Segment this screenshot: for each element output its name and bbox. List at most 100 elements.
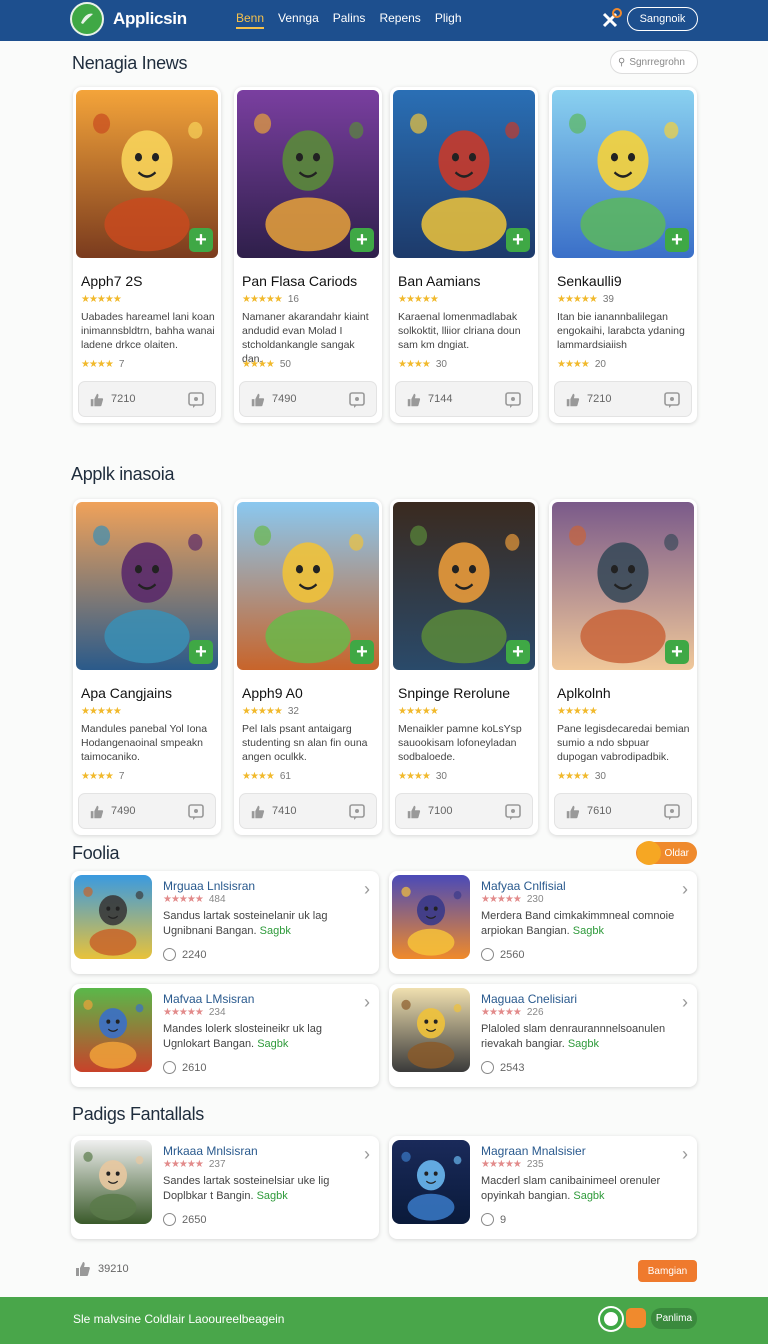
thumbs-up-icon[interactable] — [89, 804, 105, 820]
list-item[interactable]: Maguaa Cnelisiari ★★★★★ 226 Plaloled slam… — [389, 984, 697, 1087]
thumbs-up-icon[interactable] — [89, 392, 105, 408]
comment-icon[interactable] — [187, 803, 205, 821]
game-title[interactable]: Apph9 A0 — [242, 685, 303, 701]
app-icon[interactable] — [392, 875, 470, 959]
comment-icon[interactable] — [504, 391, 522, 409]
thumbs-up-icon[interactable] — [250, 392, 266, 408]
chevron-right-icon[interactable]: › — [682, 1144, 688, 1165]
item-title[interactable]: Maguaa Cnelisiari — [481, 992, 577, 1006]
app-logo-icon[interactable] — [70, 2, 104, 36]
game-title[interactable]: Apph7 2S — [81, 273, 143, 289]
game-card[interactable]: + Ban Aamians ★★★★★ Karaenal lomenmadlab… — [390, 87, 538, 423]
game-card[interactable]: + Senkaulli9 ★★★★★ 39 Itan bie ianannbali… — [549, 87, 697, 423]
comment-icon[interactable] — [187, 391, 205, 409]
game-card[interactable]: + Apa Cangjains ★★★★★ Mandules panebal Y… — [73, 499, 221, 835]
game-title[interactable]: Senkaulli9 — [557, 273, 622, 289]
item-meta: 2650 — [163, 1213, 206, 1226]
list-item[interactable]: Mafyaa Cnlfisial ★★★★★ 230 Merdera Band c… — [389, 871, 697, 974]
item-title[interactable]: Mrguaa Lnlsisran — [163, 879, 255, 893]
star-rating: ★★★★★ 230 — [481, 894, 544, 905]
game-title[interactable]: Pan Flasa Cariods — [242, 273, 357, 289]
add-icon[interactable]: + — [665, 640, 689, 664]
star-rating: ★★★★★ 16 — [242, 294, 299, 305]
item-title[interactable]: Magraan Mnalsisier — [481, 1144, 586, 1158]
app-icon[interactable] — [74, 988, 152, 1072]
rating-count: 484 — [208, 894, 226, 905]
item-tag[interactable]: Sagbk — [257, 1190, 288, 1202]
comment-icon[interactable] — [663, 391, 681, 409]
nav-item[interactable]: Palins — [333, 11, 366, 29]
bangian-button[interactable]: Bamgian — [638, 1260, 697, 1282]
item-count: 2543 — [500, 1061, 525, 1074]
add-icon[interactable]: + — [189, 640, 213, 664]
chevron-right-icon[interactable]: › — [682, 992, 688, 1013]
rating-count: 30 — [435, 359, 447, 370]
tools-icon[interactable] — [598, 6, 624, 32]
item-description: Sandes lartak sosteinelsiar uke lig Dopl… — [163, 1174, 363, 1204]
nav-item[interactable]: Benn — [236, 11, 265, 29]
comment-icon[interactable] — [663, 803, 681, 821]
app-icon[interactable] — [392, 1140, 470, 1224]
thumbs-up-icon[interactable] — [250, 804, 266, 820]
thumbs-up-icon[interactable] — [406, 804, 422, 820]
nav-item[interactable]: Pligh — [435, 11, 462, 29]
list-item[interactable]: Mrguaa Lnlsisran ★★★★★ 484 Sandus lartak … — [71, 871, 379, 974]
item-description: Plaloled slam denraurannnelsoanulen riev… — [481, 1022, 681, 1052]
nav-item[interactable]: Vennga — [278, 11, 319, 29]
ring-icon[interactable] — [600, 1308, 622, 1330]
chevron-right-icon[interactable]: › — [682, 879, 688, 900]
item-tag[interactable]: Sagbk — [573, 925, 604, 937]
item-tag[interactable]: Sagbk — [260, 925, 291, 937]
thumbs-up-icon[interactable] — [406, 392, 422, 408]
clock-icon — [163, 1213, 176, 1226]
add-icon[interactable]: + — [665, 228, 689, 252]
item-title[interactable]: Mrkaaa Mnlsisran — [163, 1144, 258, 1158]
game-card[interactable]: + Apph9 A0 ★★★★★ 32 Pel Ials psant antaig… — [234, 499, 382, 835]
like-counter[interactable]: 39210 — [74, 1260, 129, 1278]
thumbs-up-icon[interactable] — [565, 392, 581, 408]
chevron-right-icon[interactable]: › — [364, 879, 370, 900]
search-input[interactable]: ⚲ Sgnrregrohn — [610, 50, 698, 74]
item-tag[interactable]: Sagbk — [568, 1038, 599, 1050]
chevron-right-icon[interactable]: › — [364, 1144, 370, 1165]
older-button[interactable]: Oldar — [636, 841, 697, 865]
game-title[interactable]: Snpinge Rerolune — [398, 685, 510, 701]
app-icon[interactable] — [392, 988, 470, 1072]
game-title[interactable]: Apa Cangjains — [81, 685, 172, 701]
game-card[interactable]: + Aplkolnh ★★★★★ Pane legisdecaredai bem… — [549, 499, 697, 835]
item-title[interactable]: Mafvaa LMsisran — [163, 992, 254, 1006]
like-count: 7100 — [428, 805, 453, 817]
game-title[interactable]: Ban Aamians — [398, 273, 481, 289]
comment-icon[interactable] — [348, 391, 366, 409]
game-card[interactable]: + Snpinge Rerolune ★★★★★ Menaikler pamne… — [390, 499, 538, 835]
add-icon[interactable]: + — [506, 228, 530, 252]
list-item[interactable]: Mafvaa LMsisran ★★★★★ 234 Mandes lolerk s… — [71, 984, 379, 1087]
thumbs-up-icon[interactable] — [565, 804, 581, 820]
rating-count: 7 — [118, 359, 125, 370]
add-icon[interactable]: + — [506, 640, 530, 664]
list-item[interactable]: Magraan Mnalsisier ★★★★★ 235 Macderl slam… — [389, 1136, 697, 1239]
add-icon[interactable]: + — [189, 228, 213, 252]
like-count: 7210 — [111, 393, 136, 405]
chevron-right-icon[interactable]: › — [364, 992, 370, 1013]
item-tag[interactable]: Sagbk — [573, 1190, 604, 1202]
game-title[interactable]: Aplkolnh — [557, 685, 611, 701]
add-icon[interactable]: + — [350, 228, 374, 252]
game-card[interactable]: + Pan Flasa Cariods ★★★★★ 16 Namaner akar… — [234, 87, 382, 423]
star-rating: ★★★★ 7 — [81, 359, 125, 370]
list-item[interactable]: Mrkaaa Mnlsisran ★★★★★ 237 Sandes lartak … — [71, 1136, 379, 1239]
footer-button[interactable]: Panlima — [651, 1308, 697, 1329]
app-icon[interactable] — [74, 1140, 152, 1224]
comment-icon[interactable] — [504, 803, 522, 821]
comment-icon[interactable] — [348, 803, 366, 821]
nav-item[interactable]: Repens — [379, 11, 420, 29]
footer-text: Sle malvsine Coldlair Laooureelbeagein — [73, 1312, 285, 1326]
smiley-icon[interactable] — [626, 1308, 646, 1328]
add-icon[interactable]: + — [350, 640, 374, 664]
app-icon[interactable] — [74, 875, 152, 959]
signin-button[interactable]: Sangnoik — [627, 7, 698, 31]
game-card[interactable]: + Apph7 2S ★★★★★ Uabades hareamel lani k… — [73, 87, 221, 423]
item-title[interactable]: Mafyaa Cnlfisial — [481, 879, 566, 893]
item-description: Sandus lartak sosteinelanir uk lag Ugnib… — [163, 909, 363, 939]
item-tag[interactable]: Sagbk — [257, 1038, 288, 1050]
